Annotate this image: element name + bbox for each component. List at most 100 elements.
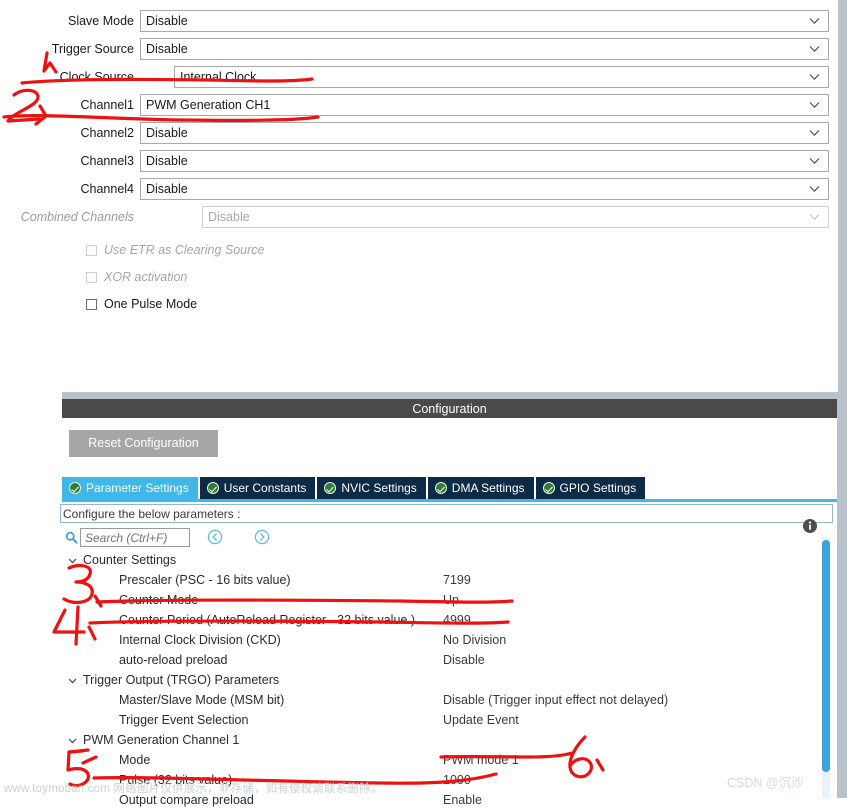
form-row-channel3: Channel3 Disable <box>0 148 838 174</box>
tree-item-value[interactable]: 4999 <box>443 613 471 627</box>
toymoban-watermark: www.toymoban.com 网络图片仅供展示，非存储，如有侵权请联系删除。 <box>4 783 383 795</box>
tree-leaf-row[interactable]: auto-reload preload Disable <box>62 650 824 670</box>
dropdown-slave-mode[interactable]: Disable <box>140 10 829 32</box>
check-circle-icon <box>69 482 81 494</box>
label-slave-mode: Slave Mode <box>67 14 134 28</box>
tab-label: DMA Settings <box>451 481 525 495</box>
dropdown-value: Disable <box>208 210 250 224</box>
checkbox-label: Use ETR as Clearing Source <box>104 243 265 257</box>
configuration-tabstrip: Parameter Settings User Constants NVIC Set… <box>62 477 837 499</box>
dropdown-trigger-source[interactable]: Disable <box>140 38 829 60</box>
chevron-down-icon[interactable] <box>809 186 820 193</box>
checkbox-row-one-pulse-mode[interactable]: One Pulse Mode <box>0 292 838 316</box>
tree-group-row[interactable]: Counter Settings <box>62 550 824 570</box>
tree-item-value[interactable]: 7199 <box>443 573 471 587</box>
tree-leaf-row[interactable]: Counter Period (AutoReload Register - 32… <box>62 610 824 630</box>
dropdown-value: Internal Clock <box>180 70 257 84</box>
form-row-channel1: Channel1 PWM Generation CH1 <box>0 92 838 118</box>
panel-right-edge-band <box>838 0 847 392</box>
panel-separator-band <box>62 392 847 399</box>
search-next-icon[interactable] <box>254 529 270 545</box>
dropdown-clock-source[interactable]: Internal Clock <box>174 66 829 88</box>
tree-leaf-row[interactable]: Trigger Event Selection Update Event <box>62 710 824 730</box>
label-channel2: Channel2 <box>80 126 134 140</box>
tree-item-label: Counter Period (AutoReload Register - 32… <box>119 613 415 627</box>
tree-leaf-row[interactable]: Master/Slave Mode (MSM bit) Disable (Trig… <box>62 690 824 710</box>
tree-item-value[interactable]: Enable <box>443 793 482 807</box>
tree-item-label: Counter Settings <box>83 553 177 567</box>
dropdown-channel1[interactable]: PWM Generation CH1 <box>140 94 829 116</box>
tree-leaf-row[interactable]: Counter Mode Up <box>62 590 824 610</box>
tree-item-label: Trigger Event Selection <box>119 713 249 727</box>
tree-item-label: Master/Slave Mode (MSM bit) <box>119 693 285 707</box>
tree-item-label: auto-reload preload <box>119 653 228 667</box>
configuration-panel-body: Reset Configuration Parameter Settings Us… <box>60 418 837 807</box>
tree-item-value[interactable]: Disable (Trigger input effect not delaye… <box>443 693 668 707</box>
tree-item-value[interactable]: Disable <box>443 653 485 667</box>
tree-item-label: PWM Generation Channel 1 <box>83 733 240 747</box>
chevron-down-icon[interactable] <box>809 130 820 137</box>
label-trigger-source: Trigger Source <box>51 42 134 56</box>
chevron-down-icon[interactable] <box>66 554 79 567</box>
dropdown-channel3[interactable]: Disable <box>140 150 829 172</box>
check-circle-icon <box>206 482 219 494</box>
reset-configuration-button[interactable]: Reset Configuration <box>69 430 218 457</box>
tabstrip-underline <box>62 499 837 502</box>
left-margin-background <box>0 388 62 798</box>
dropdown-value: Disable <box>146 14 188 28</box>
tab-dma-settings[interactable]: DMA Settings <box>427 477 534 499</box>
vertical-scrollbar-thumb[interactable] <box>822 540 830 772</box>
chevron-down-icon[interactable] <box>809 18 820 25</box>
checkbox-icon <box>86 244 97 256</box>
search-input[interactable] <box>80 528 190 547</box>
tree-leaf-row[interactable]: Internal Clock Division (CKD) No Division <box>62 630 824 650</box>
tree-item-label: Mode <box>119 753 151 767</box>
chevron-down-icon[interactable] <box>809 46 820 53</box>
checkbox-icon[interactable] <box>86 298 97 310</box>
chevron-down-icon[interactable] <box>809 102 820 109</box>
chevron-down-icon[interactable] <box>809 74 820 81</box>
tab-label: Parameter Settings <box>86 481 189 495</box>
tree-item-value[interactable]: 1000 <box>443 773 471 787</box>
dropdown-channel4[interactable]: Disable <box>140 178 829 200</box>
tab-label: NVIC Settings <box>341 481 417 495</box>
dropdown-value: Disable <box>146 182 188 196</box>
chevron-down-icon[interactable] <box>809 214 820 221</box>
checkbox-icon <box>86 271 97 283</box>
search-icon <box>65 531 78 544</box>
configuration-body-right-band <box>837 418 847 798</box>
tree-group-row[interactable]: PWM Generation Channel 1 <box>62 730 824 750</box>
tree-leaf-row[interactable]: Prescaler (PSC - 16 bits value) 7199 <box>62 570 824 590</box>
dropdown-value: Disable <box>146 42 188 56</box>
chevron-down-icon[interactable] <box>66 674 79 687</box>
tab-label: User Constants <box>223 481 307 495</box>
configure-parameters-hint: Configure the below parameters : <box>60 504 833 523</box>
dropdown-value: PWM Generation CH1 <box>146 98 271 112</box>
tree-item-value[interactable]: No Division <box>443 633 506 647</box>
tree-item-label: Internal Clock Division (CKD) <box>119 633 281 647</box>
configuration-header-right-band <box>837 399 847 418</box>
tree-leaf-row[interactable]: Mode PWM mode 1 <box>62 750 824 770</box>
tree-item-value[interactable]: Update Event <box>443 713 519 727</box>
form-row-channel2: Channel2 Disable <box>0 120 838 146</box>
tab-user-constants[interactable]: User Constants <box>199 477 316 499</box>
tab-gpio-settings[interactable]: GPIO Settings <box>535 477 646 499</box>
tab-parameter-settings[interactable]: Parameter Settings <box>62 477 198 499</box>
chevron-down-icon[interactable] <box>66 734 79 747</box>
tree-item-value[interactable]: PWM mode 1 <box>443 753 519 767</box>
label-channel1: Channel1 <box>80 98 134 112</box>
parameter-tree: Counter Settings Prescaler (PSC - 16 bits… <box>62 550 824 810</box>
info-icon[interactable] <box>802 518 818 534</box>
tree-group-row[interactable]: Trigger Output (TRGO) Parameters <box>62 670 824 690</box>
checkbox-row-use-etr-as-clearing-source: Use ETR as Clearing Source <box>0 238 838 262</box>
tab-nvic-settings[interactable]: NVIC Settings <box>317 477 426 499</box>
csdn-watermark: CSDN @沉沙 <box>727 776 804 790</box>
search-previous-icon[interactable] <box>207 529 223 545</box>
checkbox-row-xor-activation: XOR activation <box>0 265 838 289</box>
chevron-down-icon[interactable] <box>809 158 820 165</box>
tree-item-label: Counter Mode <box>119 593 199 607</box>
checkbox-label: XOR activation <box>104 270 188 284</box>
dropdown-channel2[interactable]: Disable <box>140 122 829 144</box>
tree-item-value[interactable]: Up <box>443 593 459 607</box>
check-circle-icon <box>434 482 447 494</box>
